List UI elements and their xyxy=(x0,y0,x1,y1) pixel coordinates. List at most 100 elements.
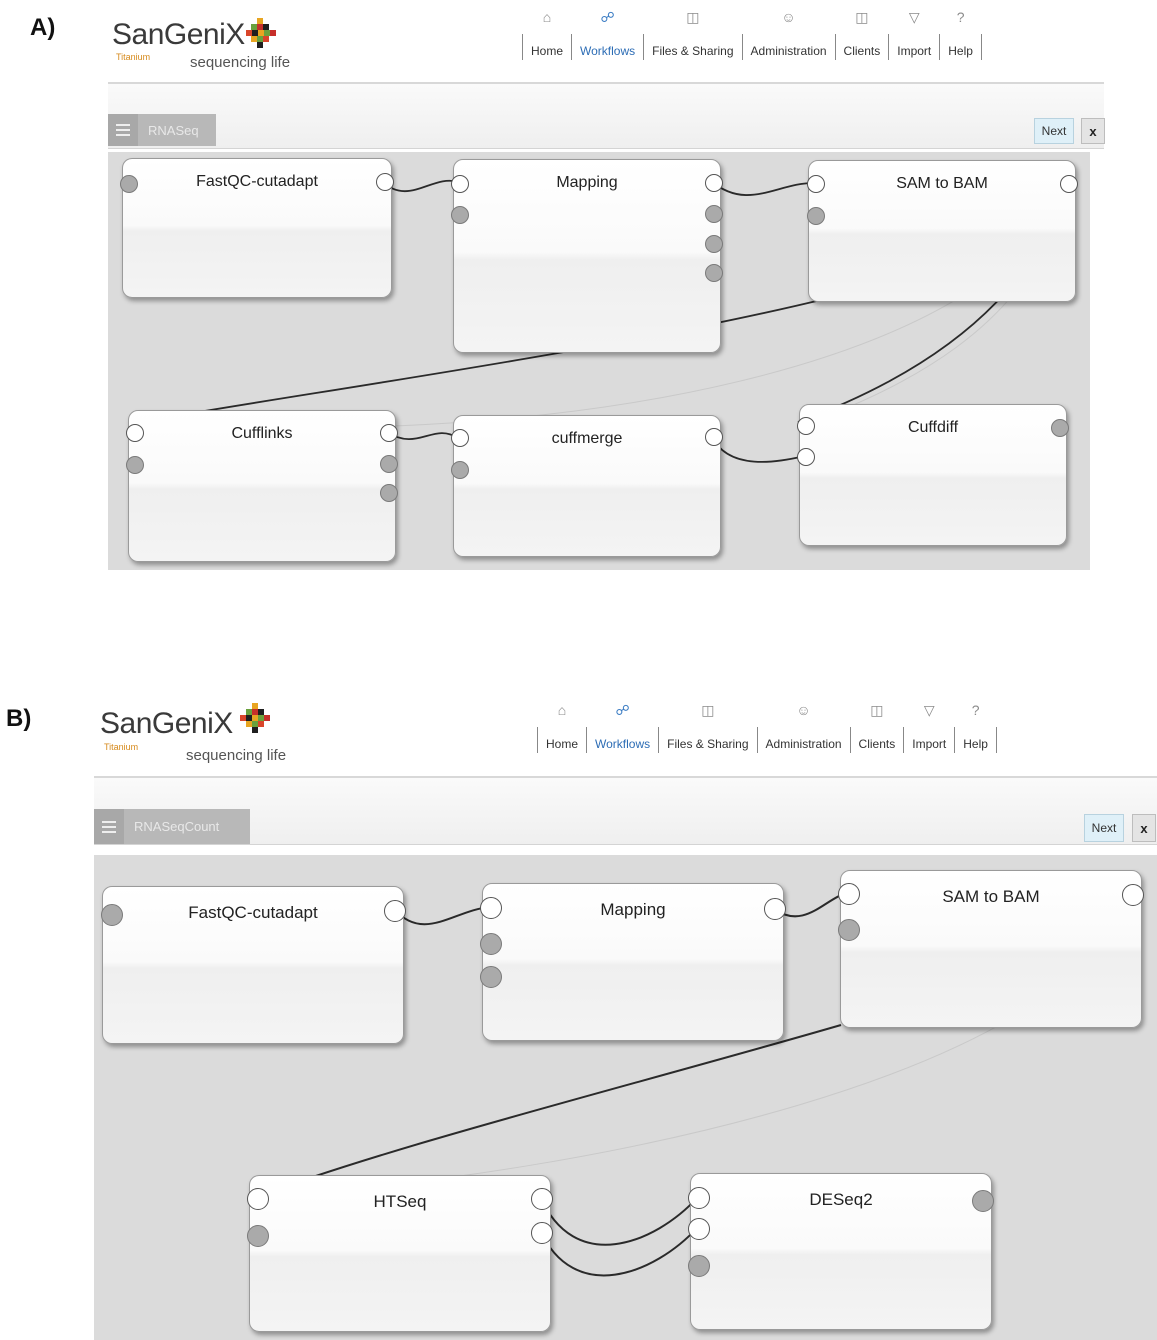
logo-tagline: sequencing life xyxy=(190,54,291,71)
output-port[interactable] xyxy=(705,428,723,446)
nav-administration[interactable]: ☺ Administration xyxy=(741,10,835,60)
input-port[interactable] xyxy=(688,1255,710,1277)
node-title: FastQC-cutadapt xyxy=(188,903,318,922)
workflow-canvas[interactable]: FastQC-cutadapt Mapping SAM to BAM HTSeq… xyxy=(94,855,1157,1340)
home-icon: ⌂ xyxy=(542,9,552,25)
node-fastqc-cutadapt[interactable]: FastQC-cutadapt xyxy=(101,886,406,1044)
nav-import[interactable]: ▽ Import xyxy=(888,10,939,60)
next-button[interactable]: Next xyxy=(1084,814,1124,842)
input-port[interactable] xyxy=(688,1187,710,1209)
node-cufflinks[interactable]: Cufflinks xyxy=(126,410,398,562)
input-port[interactable] xyxy=(480,933,502,955)
output-port[interactable] xyxy=(972,1190,994,1212)
output-port[interactable] xyxy=(1060,175,1078,193)
output-port[interactable] xyxy=(705,264,723,282)
output-port[interactable] xyxy=(764,898,786,920)
nav-help[interactable]: ? Help xyxy=(939,10,982,60)
output-port[interactable] xyxy=(1051,419,1069,437)
input-port[interactable] xyxy=(838,883,860,905)
node-title: Cufflinks xyxy=(231,425,293,442)
nav-administration[interactable]: ☺ Administration xyxy=(756,703,850,753)
nav-workflows[interactable]: ☍ Workflows xyxy=(586,703,658,753)
workflows-icon: ☍ xyxy=(615,702,630,718)
workflow-tab[interactable]: RNASeq xyxy=(108,114,216,146)
import-icon: ▽ xyxy=(908,9,920,25)
workflow-tab-label: RNASeqCount xyxy=(134,819,220,834)
node-mapping[interactable]: Mapping xyxy=(451,159,723,353)
nav-files-sharing[interactable]: ◫ Files & Sharing xyxy=(658,703,756,753)
output-port[interactable] xyxy=(376,173,394,191)
files-icon: ◫ xyxy=(701,702,715,718)
logo-subtitle: Titanium xyxy=(104,742,139,752)
close-button[interactable]: x xyxy=(1081,118,1105,144)
output-port[interactable] xyxy=(380,424,398,442)
node-cuffmerge[interactable]: cuffmerge xyxy=(451,415,723,557)
input-port[interactable] xyxy=(451,429,469,447)
nav-files-sharing[interactable]: ◫ Files & Sharing xyxy=(643,10,741,60)
output-port[interactable] xyxy=(705,205,723,223)
output-port[interactable] xyxy=(380,484,398,502)
panel-b-label: B) xyxy=(6,705,32,732)
close-button[interactable]: x xyxy=(1132,814,1156,842)
output-port[interactable] xyxy=(531,1188,553,1210)
input-port[interactable] xyxy=(247,1225,269,1247)
panel-a-label: A) xyxy=(30,14,56,41)
node-title: FastQC-cutadapt xyxy=(196,173,318,190)
input-port[interactable] xyxy=(807,207,825,225)
input-port[interactable] xyxy=(797,417,815,435)
node-sam-to-bam[interactable]: SAM to BAM xyxy=(807,160,1078,302)
output-port[interactable] xyxy=(705,174,723,192)
input-port[interactable] xyxy=(451,461,469,479)
output-port[interactable] xyxy=(380,455,398,473)
nav-clients[interactable]: ◫ Clients xyxy=(849,703,904,753)
nav-help[interactable]: ? Help xyxy=(954,703,997,753)
nav-workflows[interactable]: ☍ Workflows xyxy=(571,10,643,60)
input-port[interactable] xyxy=(451,175,469,193)
clients-icon: ◫ xyxy=(870,702,884,718)
input-port[interactable] xyxy=(247,1188,269,1210)
sangenix-logo: SanGeniX Titanium sequencing life xyxy=(100,703,286,767)
output-port[interactable] xyxy=(384,900,406,922)
menu-icon[interactable] xyxy=(94,809,124,844)
logo-subtitle: Titanium xyxy=(116,52,151,62)
nav-clients[interactable]: ◫ Clients xyxy=(834,10,889,60)
input-port[interactable] xyxy=(688,1218,710,1240)
node-cuffdiff[interactable]: Cuffdiff xyxy=(797,404,1069,546)
input-port[interactable] xyxy=(451,206,469,224)
node-htseq[interactable]: HTSeq xyxy=(247,1175,553,1332)
input-port[interactable] xyxy=(797,448,815,466)
node-title: SAM to BAM xyxy=(942,887,1040,906)
node-deseq2[interactable]: DESeq2 xyxy=(688,1173,994,1330)
next-button[interactable]: Next xyxy=(1034,118,1074,144)
input-port[interactable] xyxy=(120,175,138,193)
input-port[interactable] xyxy=(126,424,144,442)
home-icon: ⌂ xyxy=(557,702,567,718)
workflow-toolbar xyxy=(108,84,1104,149)
node-mapping[interactable]: Mapping xyxy=(480,883,786,1041)
nav-home[interactable]: ⌂ Home xyxy=(522,10,571,60)
output-port[interactable] xyxy=(705,235,723,253)
input-port[interactable] xyxy=(807,175,825,193)
sangenix-logo: SanGeniX Titanium sequencing life xyxy=(112,18,291,73)
menu-icon[interactable] xyxy=(108,114,138,146)
node-sam-to-bam[interactable]: SAM to BAM xyxy=(838,870,1144,1028)
logo-mosaic-icon xyxy=(240,703,270,733)
clients-icon: ◫ xyxy=(855,9,869,25)
input-port[interactable] xyxy=(480,897,502,919)
node-title: cuffmerge xyxy=(551,430,623,447)
input-port[interactable] xyxy=(480,966,502,988)
files-icon: ◫ xyxy=(686,9,700,25)
nav-home[interactable]: ⌂ Home xyxy=(537,703,586,753)
input-port[interactable] xyxy=(838,919,860,941)
workflow-canvas[interactable]: FastQC-cutadapt Mapping SAM to BAM Cuffl… xyxy=(108,152,1090,570)
nav-import[interactable]: ▽ Import xyxy=(903,703,954,753)
input-port[interactable] xyxy=(101,904,123,926)
output-port[interactable] xyxy=(1122,884,1144,906)
node-fastqc-cutadapt[interactable]: FastQC-cutadapt xyxy=(120,158,394,298)
output-port[interactable] xyxy=(531,1222,553,1244)
node-title: HTSeq xyxy=(373,1192,427,1211)
input-port[interactable] xyxy=(126,456,144,474)
node-title: Mapping xyxy=(600,900,666,919)
workflow-tab[interactable]: RNASeqCount xyxy=(94,809,250,844)
node-title: DESeq2 xyxy=(809,1190,873,1209)
